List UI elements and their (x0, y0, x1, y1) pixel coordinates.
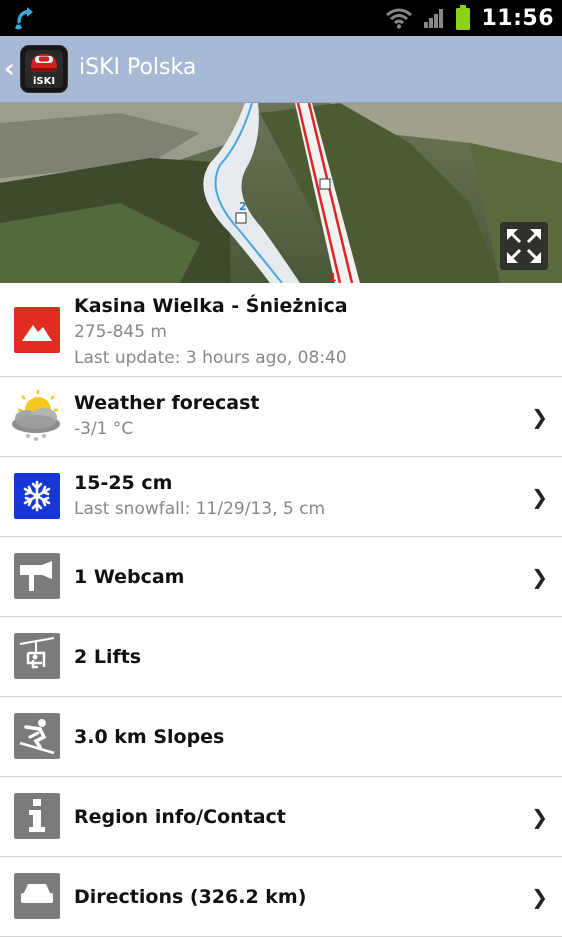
info-icon (14, 793, 60, 839)
resort-altitude: 275-845 m (74, 322, 167, 342)
car-icon (14, 873, 60, 919)
list-item-directions[interactable]: Directions (326.2 km) ❯ (0, 857, 562, 937)
weather-cloud-sun-icon (6, 386, 66, 446)
snow-depth: 15-25 cm (74, 472, 173, 494)
mountain-icon (14, 307, 60, 353)
chevron-right-icon: ❯ (531, 404, 548, 429)
last-snowfall: Last snowfall: 11/29/13, 5 cm (74, 499, 326, 519)
signal-icon (423, 7, 445, 29)
webcam-icon (14, 553, 60, 599)
clock: 11:56 (481, 5, 554, 31)
resort-info-list: Kasina Wielka - Śnieżnica 275-845 m Last… (0, 284, 562, 937)
resort-map[interactable]: 2 1 (0, 103, 562, 283)
app-title: iSKI Polska (79, 55, 197, 80)
skier-icon (14, 713, 60, 759)
logo-text: iSKI (33, 76, 55, 87)
list-item-resort: Kasina Wielka - Śnieżnica 275-845 m Last… (0, 284, 562, 377)
action-bar: ‹ iSKI iSKI Polska (0, 36, 562, 103)
list-item-webcam[interactable]: 1 Webcam ❯ (0, 537, 562, 617)
run-label-2: 2 (239, 200, 247, 213)
call-forward-icon (12, 4, 42, 32)
wifi-icon (385, 7, 413, 29)
chevron-right-icon: ❯ (531, 564, 548, 589)
region-info-label: Region info/Contact (74, 806, 286, 828)
list-item-snow[interactable]: 15-25 cm Last snowfall: 11/29/13, 5 cm ❯ (0, 457, 562, 537)
chairlift-icon (14, 633, 60, 679)
webcam-count: 1 Webcam (74, 566, 185, 588)
slopes-length: 3.0 km Slopes (74, 726, 225, 748)
weather-temperature: -3/1 °C (74, 419, 134, 439)
chevron-left-icon[interactable]: ‹ (4, 54, 15, 84)
directions-label: Directions (326.2 km) (74, 886, 307, 908)
list-item-lifts: 2 Lifts (0, 617, 562, 697)
list-item-weather[interactable]: Weather forecast -3/1 °C ❯ (0, 377, 562, 457)
chevron-right-icon: ❯ (531, 884, 548, 909)
list-item-slopes: 3.0 km Slopes (0, 697, 562, 777)
run-label-1: 1 (329, 271, 337, 283)
chevron-right-icon: ❯ (531, 484, 548, 509)
last-update: Last update: 3 hours ago, 08:40 (74, 348, 347, 368)
fullscreen-icon[interactable] (500, 222, 548, 270)
snowflake-icon (14, 473, 60, 519)
chevron-right-icon: ❯ (531, 804, 548, 829)
list-item-region-info[interactable]: Region info/Contact ❯ (0, 777, 562, 857)
resort-name: Kasina Wielka - Śnieżnica (74, 295, 348, 317)
app-logo[interactable]: iSKI (21, 46, 67, 92)
weather-title: Weather forecast (74, 392, 260, 414)
battery-icon (455, 5, 471, 31)
lifts-count: 2 Lifts (74, 646, 142, 668)
status-bar: 11:56 (0, 0, 562, 36)
